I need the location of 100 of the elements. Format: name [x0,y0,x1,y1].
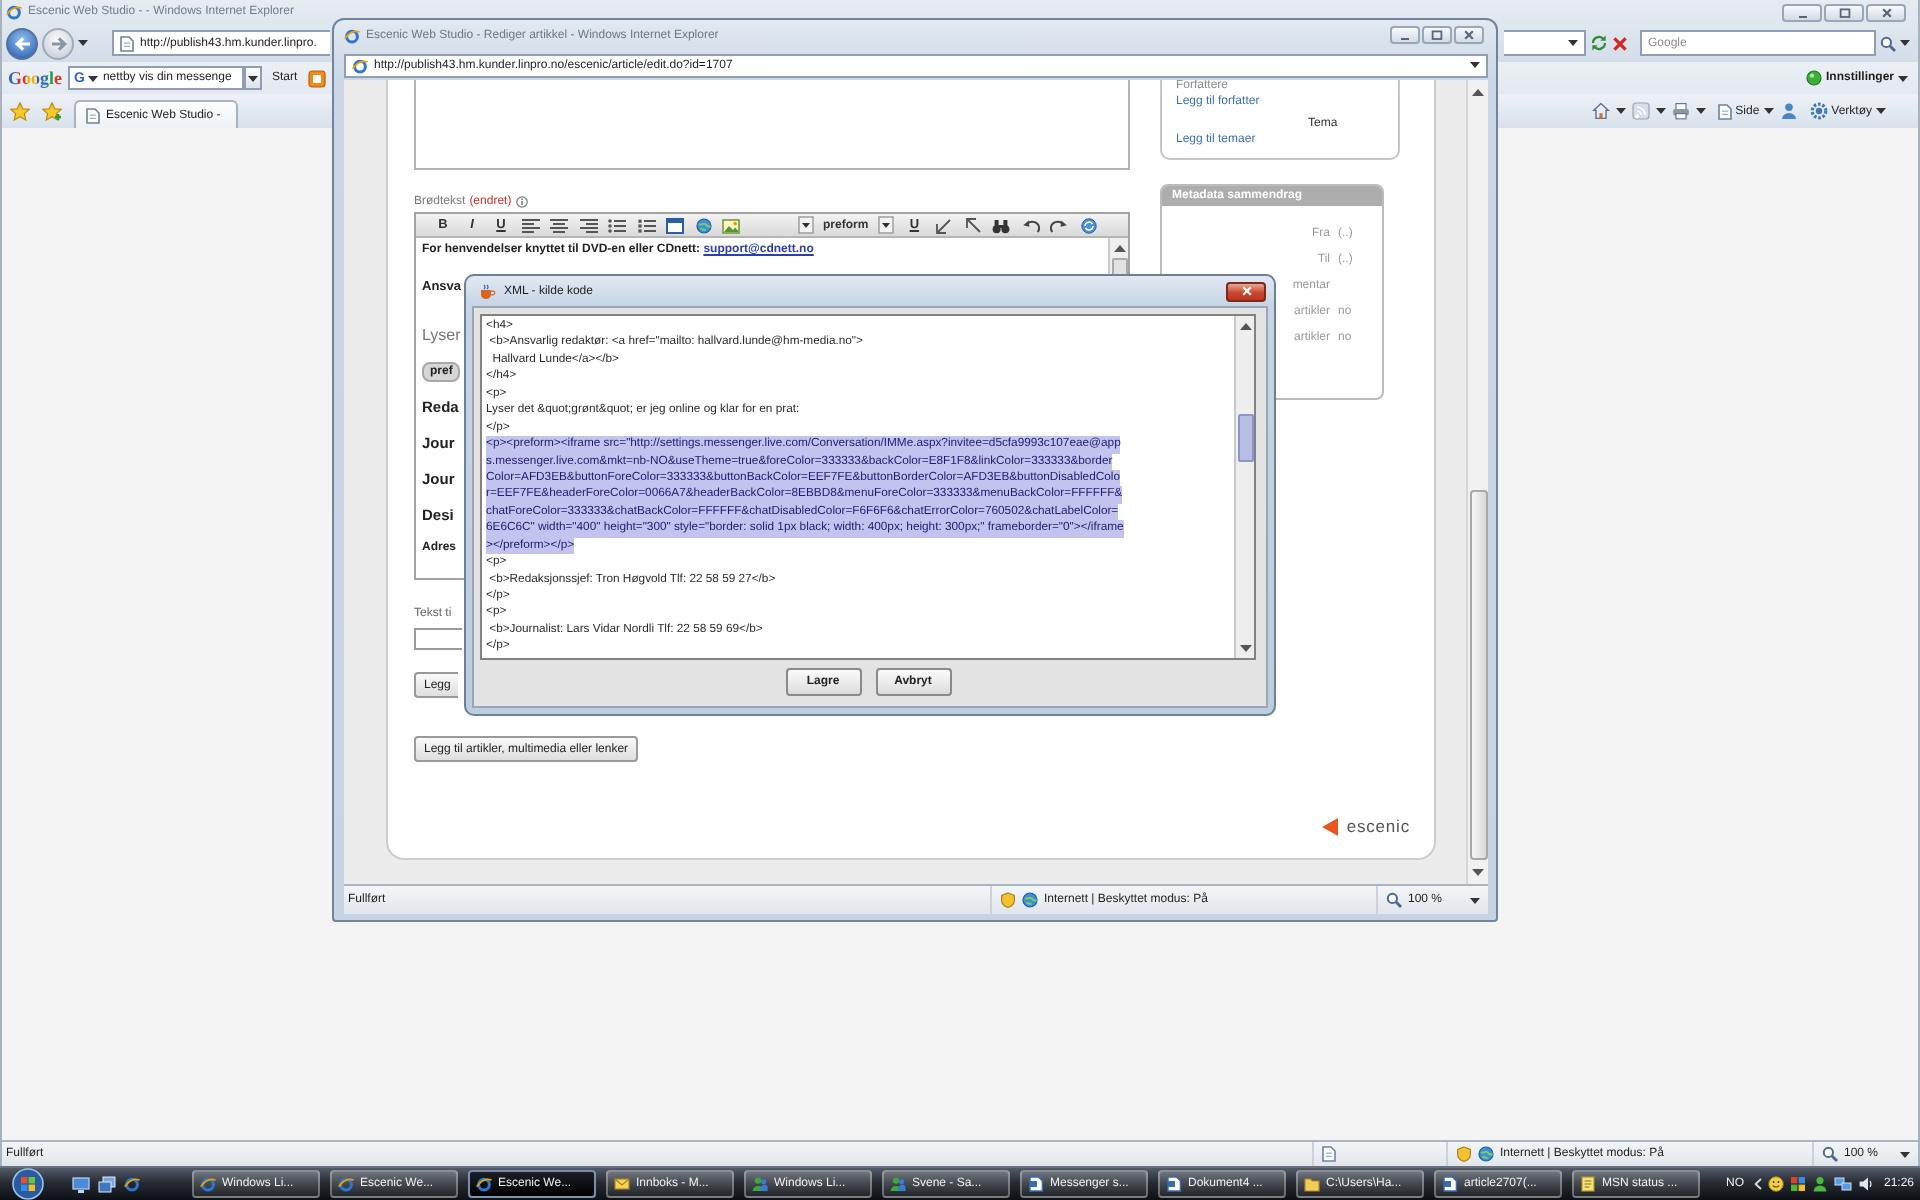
redo-icon[interactable] [1050,217,1069,233]
logo-text: Google [8,68,62,88]
caret-down-icon[interactable] [878,216,895,234]
magnifier-icon[interactable] [1386,892,1402,908]
caret-down-icon [248,75,258,81]
printer-icon[interactable] [1671,102,1690,120]
maximize-button[interactable] [1422,26,1452,44]
bullet-list-icon[interactable] [608,217,626,233]
minimize-button[interactable] [1390,26,1420,44]
close-button[interactable] [1454,26,1484,44]
close-button[interactable] [1866,3,1906,21]
browser-icon [6,4,22,20]
caret-down-icon [1763,108,1774,114]
align-left-icon[interactable] [521,217,539,233]
caret-down-icon[interactable] [1900,40,1910,46]
shield-icon [1456,1146,1472,1162]
refresh-icon[interactable] [1079,217,1098,233]
document-icon [1166,1176,1182,1192]
window-icon[interactable] [666,217,684,233]
maximize-icon [1430,30,1444,40]
caret-down-icon[interactable] [1470,62,1480,68]
person-icon[interactable] [1811,1176,1828,1192]
scroll-up-icon[interactable] [1237,320,1253,332]
network-icon[interactable] [1833,1176,1852,1192]
paragraph: Lyser [422,324,461,346]
blocks-icon[interactable] [1789,1176,1806,1192]
maximize-button[interactable] [1824,3,1864,21]
caret-down-icon[interactable] [1470,897,1480,903]
caret-down-icon[interactable] [797,216,813,234]
caret-down-icon[interactable] [1655,108,1666,114]
note-icon [1580,1176,1596,1192]
gear-icon [1809,102,1828,120]
textarea-field[interactable] [414,80,1130,170]
caret-down-icon [1898,75,1908,81]
arrow-down-left-icon[interactable] [934,217,953,233]
maximize-icon [1837,7,1851,17]
cup-icon [478,283,496,299]
caption-field[interactable] [414,628,462,650]
smiley-icon[interactable] [1767,1176,1784,1192]
align-right-icon[interactable] [579,217,597,233]
start-button[interactable] [12,1168,44,1200]
star-icon[interactable] [10,101,30,121]
browser-icon [344,27,360,43]
close-icon [1462,30,1476,40]
stop-icon[interactable] [1612,35,1628,51]
scroll-up-icon[interactable] [1470,86,1486,98]
caret-down-icon[interactable] [78,40,88,46]
image-icon[interactable] [722,217,740,233]
browser-icon [352,57,368,73]
close-icon [1879,7,1893,17]
add-favorite-icon[interactable] [42,101,62,121]
refresh-icon[interactable] [1590,34,1608,52]
people-icon [752,1176,768,1192]
window-switcher-icon[interactable] [98,1175,116,1193]
desktop-icon[interactable] [72,1175,90,1193]
dropdown-button[interactable] [244,66,262,90]
triangle-icon [1322,817,1339,835]
caret-down-icon[interactable] [1568,40,1578,46]
magnifier-icon[interactable] [1822,1146,1838,1162]
envelope-icon [614,1176,630,1192]
logo-text: escenic [1346,816,1410,836]
align-center-icon[interactable] [550,217,568,233]
globe-icon [1022,892,1038,908]
scroll-down-icon[interactable] [1470,866,1486,878]
scrollbar-thumb[interactable] [1237,414,1253,462]
numbered-list-icon[interactable] [637,217,655,233]
back-button[interactable] [6,27,38,59]
caret-down-icon[interactable] [1615,108,1626,114]
caret-down-icon[interactable] [1695,108,1706,114]
vertical-scrollbar[interactable] [1466,80,1488,884]
page-icon [120,35,134,51]
person-icon[interactable] [1779,102,1798,120]
browser-icon [476,1176,492,1192]
browser-icon [338,1176,354,1192]
chevron-left-icon[interactable] [1753,1178,1762,1190]
undo-icon[interactable] [1021,217,1040,233]
close-button[interactable] [1226,281,1266,301]
scrollbar-thumb[interactable] [1469,490,1487,860]
source-code-field[interactable] [480,314,1256,660]
search-icon[interactable] [1880,35,1896,51]
caret-down-icon[interactable] [1900,1151,1910,1157]
arrow-up-left-icon[interactable] [963,217,982,233]
home-icon[interactable] [1591,102,1610,120]
arrow-right-icon [49,35,67,51]
speaker-icon[interactable] [1857,1176,1874,1192]
binoculars-icon[interactable] [992,217,1011,233]
info-icon[interactable] [515,196,528,208]
ball-icon [1805,70,1822,86]
browser-icon[interactable] [124,1175,140,1191]
scroll-up-icon[interactable] [1111,242,1127,254]
vertical-scrollbar[interactable] [1234,316,1254,658]
globe-icon[interactable] [695,217,711,233]
scroll-down-icon[interactable] [1237,642,1253,654]
globe-icon [1478,1146,1494,1162]
folder-icon [1304,1176,1320,1192]
app-icon[interactable] [307,69,326,87]
page-icon [1717,103,1732,119]
close-icon [1239,286,1253,296]
minimize-button[interactable] [1782,3,1822,21]
caret-down-icon[interactable] [88,75,99,81]
